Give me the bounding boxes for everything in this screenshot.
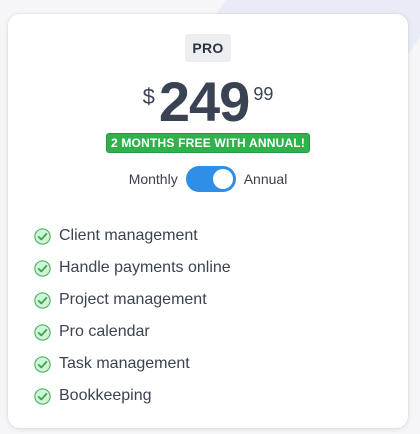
feature-label: Bookkeeping [59, 387, 152, 404]
feature-label: Handle payments online [59, 259, 231, 276]
feature-item-pro-calendar: Pro calendar [34, 316, 231, 348]
plan-name-badge: PRO [185, 34, 231, 62]
feature-item-bookkeeping: Bookkeeping [34, 380, 231, 412]
feature-list: Client management Handle payments online… [34, 220, 231, 412]
price-amount: 249 [158, 70, 250, 133]
feature-item-client-management: Client management [34, 220, 231, 252]
price-inner: $ 249 99 [143, 74, 274, 130]
feature-item-handle-payments-online: Handle payments online [34, 252, 231, 284]
check-circle-icon [34, 355, 51, 373]
toggle-label-annual[interactable]: Annual [244, 171, 288, 187]
check-circle-icon [34, 259, 51, 277]
feature-label: Task management [59, 355, 190, 372]
toggle-label-monthly[interactable]: Monthly [129, 171, 178, 187]
plan-badge-container: PRO [8, 34, 408, 62]
check-circle-icon [34, 387, 51, 405]
check-circle-icon [34, 291, 51, 309]
feature-label: Project management [59, 291, 207, 308]
check-circle-icon [34, 227, 51, 245]
feature-item-task-management: Task management [34, 348, 231, 380]
toggle-knob [212, 169, 233, 189]
billing-toggle-switch[interactable] [185, 166, 236, 192]
feature-label: Pro calendar [59, 323, 150, 340]
price: $ 249 99 [8, 74, 408, 134]
feature-label: Client management [59, 227, 198, 244]
price-currency: $ [142, 84, 155, 109]
billing-toggle-row: Monthly Annual [8, 165, 408, 193]
check-circle-icon [34, 323, 51, 341]
pricing-card: PRO $ 249 99 2 MONTHS FREE WITH ANNUAL! … [8, 14, 408, 428]
price-cents: 99 [253, 84, 274, 104]
promo-container: 2 MONTHS FREE WITH ANNUAL! [8, 133, 408, 153]
feature-item-project-management: Project management [34, 284, 231, 316]
promo-badge: 2 MONTHS FREE WITH ANNUAL! [105, 133, 311, 153]
